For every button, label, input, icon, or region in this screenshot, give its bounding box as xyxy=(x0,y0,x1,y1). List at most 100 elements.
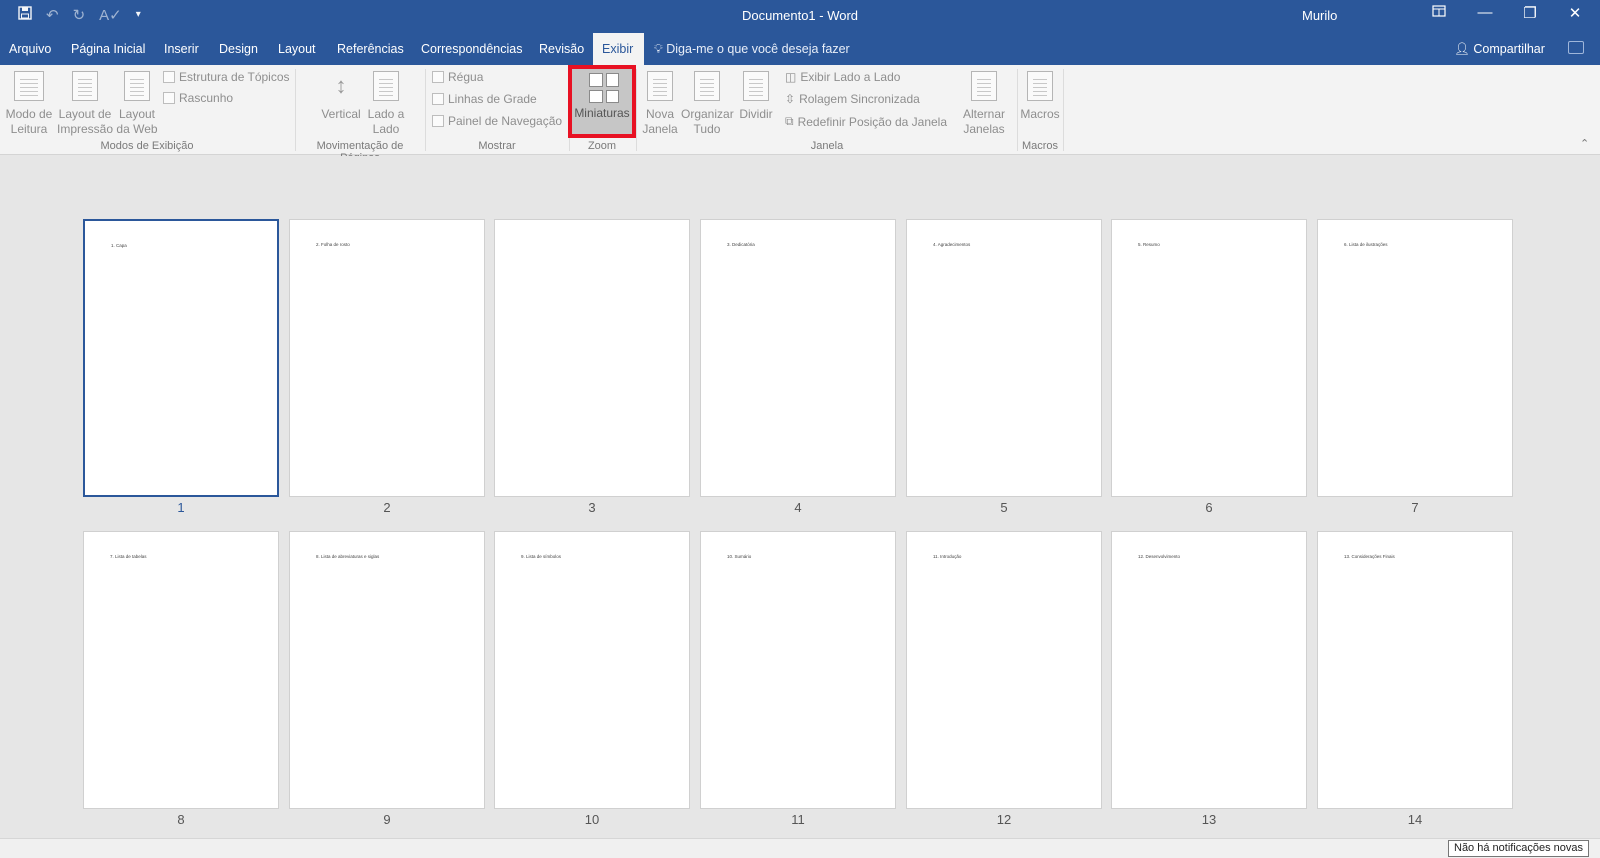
tab-inserir[interactable]: Inserir xyxy=(156,33,207,65)
tab-revisao[interactable]: Revisão xyxy=(531,33,592,65)
side-to-side-button[interactable]: Lado a Lado xyxy=(364,71,408,137)
page-thumbnail[interactable]: 11. Introdução xyxy=(906,531,1102,809)
side-by-side-icon: ◫ xyxy=(785,70,797,84)
page-number: 12 xyxy=(996,812,1012,827)
share-label: Compartilhar xyxy=(1473,42,1545,56)
group-separator xyxy=(636,69,637,151)
nav-pane-checkbox[interactable]: Painel de Navegação xyxy=(432,114,562,128)
share-button[interactable]: 👤︎ Compartilhar xyxy=(1454,33,1545,65)
page-number: 4 xyxy=(794,500,802,515)
read-mode-button[interactable]: Modo de Leitura xyxy=(4,71,54,137)
arrange-all-label: Organizar Tudo xyxy=(681,107,734,136)
outline-button[interactable]: Estrutura de Tópicos xyxy=(163,70,290,84)
minimize-icon[interactable]: — xyxy=(1470,4,1500,21)
page-number: 6 xyxy=(1205,500,1213,515)
group-label-window: Janela xyxy=(810,140,844,152)
group-separator xyxy=(425,69,426,151)
restore-icon[interactable]: ❐ xyxy=(1515,4,1545,22)
thumbnails-button[interactable]: Miniaturas xyxy=(568,65,636,138)
page-thumbnail[interactable]: 1. Capa xyxy=(83,219,279,497)
page-number: 3 xyxy=(588,500,596,515)
comments-icon[interactable] xyxy=(1568,41,1584,54)
tab-pagina-inicial[interactable]: Página Inicial xyxy=(63,33,153,65)
ribbon-display-options-icon[interactable] xyxy=(1424,4,1454,21)
page-number: 10 xyxy=(584,812,600,827)
page-number: 14 xyxy=(1407,812,1423,827)
collapse-ribbon-icon[interactable]: ⌃ xyxy=(1580,137,1589,150)
user-name[interactable]: Murilo xyxy=(1302,8,1337,23)
switch-windows-icon xyxy=(971,71,997,101)
thumbnails-label: Miniaturas xyxy=(574,106,630,120)
new-window-icon xyxy=(647,71,673,101)
web-layout-button[interactable]: Layout da Web xyxy=(115,71,159,137)
tab-design[interactable]: Design xyxy=(211,33,266,65)
group-label-zoom: Zoom xyxy=(587,140,617,152)
print-layout-button[interactable]: Layout de Impressão xyxy=(57,71,113,137)
page-thumbnail[interactable]: 10. Sumário xyxy=(700,531,896,809)
arrange-all-icon xyxy=(694,71,720,101)
macros-button[interactable]: Macros xyxy=(1018,71,1062,122)
group-label-macros: Macros xyxy=(1021,140,1059,152)
switch-windows-label: Alternar Janelas xyxy=(962,107,1006,136)
switch-windows-button[interactable]: Alternar Janelas xyxy=(958,71,1010,137)
page-thumbnail[interactable]: 5. Resumo xyxy=(1111,219,1307,497)
draft-icon xyxy=(163,92,175,104)
page-thumbnail-text: 1. Capa xyxy=(111,243,127,248)
notification-tooltip: Não há notificações novas xyxy=(1448,840,1590,857)
print-layout-label: Layout de Impressão xyxy=(57,107,114,136)
page-thumbnail-text: 3. Dedicatória xyxy=(727,242,755,247)
arrange-all-button[interactable]: Organizar Tudo xyxy=(680,71,734,137)
tab-correspondencias[interactable]: Correspondências xyxy=(413,33,530,65)
page-thumbnail[interactable] xyxy=(494,219,690,497)
sync-scroll-icon: ⇳ xyxy=(785,92,796,106)
window-title: Documento1 - Word xyxy=(741,8,859,23)
page-thumbnail[interactable]: 13. Considerações Finais xyxy=(1317,531,1513,809)
sync-scroll-button[interactable]: ⇳ Rolagem Sincronizada xyxy=(785,92,920,106)
group-label-views: Modos de Exibição xyxy=(100,140,194,152)
ruler-checkbox[interactable]: Régua xyxy=(432,70,483,84)
gridlines-checkbox[interactable]: Linhas de Grade xyxy=(432,92,537,106)
page-thumbnail-text: 4. Agradecimentos xyxy=(933,242,971,247)
macros-label: Macros xyxy=(1020,107,1060,121)
page-thumbnail[interactable]: 3. Dedicatória xyxy=(700,219,896,497)
ribbon-view-tab: Modo de Leitura Layout de Impressão Layo… xyxy=(0,65,1600,164)
split-button[interactable]: Dividir xyxy=(735,71,777,122)
split-label: Dividir xyxy=(739,107,773,121)
outline-icon xyxy=(163,71,175,83)
page-thumbnail[interactable]: 9. Lista de símbolos xyxy=(494,531,690,809)
tell-me-search[interactable]: 💡︎ Diga-me o que você deseja fazer xyxy=(654,33,850,65)
page-thumbnail[interactable]: 8. Lista de abreviaturas e siglas xyxy=(289,531,485,809)
new-window-button[interactable]: Nova Janela xyxy=(641,71,679,137)
group-separator xyxy=(295,69,296,151)
tab-layout[interactable]: Layout xyxy=(270,33,324,65)
page-thumbnail-text: 13. Considerações Finais xyxy=(1344,554,1395,559)
tab-referencias[interactable]: Referências xyxy=(329,33,412,65)
page-thumbnail-text: 5. Resumo xyxy=(1138,242,1160,247)
view-side-by-side-button[interactable]: ◫ Exibir Lado a Lado xyxy=(785,70,900,84)
page-number: 1 xyxy=(177,500,185,515)
reset-position-button[interactable]: ⧉ Redefinir Posição da Janela xyxy=(785,114,947,129)
side-to-side-icon xyxy=(373,71,399,101)
person-icon: 👤︎ xyxy=(1454,42,1470,56)
page-thumbnail-text: 9. Lista de símbolos xyxy=(521,554,562,559)
group-label-show: Mostrar xyxy=(478,140,516,152)
tab-exibir[interactable]: Exibir xyxy=(593,33,644,65)
page-thumbnail[interactable]: 4. Agradecimentos xyxy=(906,219,1102,497)
vertical-button[interactable]: ↕ Vertical xyxy=(318,71,364,122)
page-thumbnail[interactable]: 7. Lista de tabelas xyxy=(83,531,279,809)
new-window-label: Nova Janela xyxy=(642,107,678,136)
page-number: 8 xyxy=(177,812,185,827)
read-mode-icon xyxy=(14,71,44,101)
draft-button[interactable]: Rascunho xyxy=(163,91,233,105)
page-thumbnail[interactable]: 2. Folha de rosto xyxy=(289,219,485,497)
thumbnails-icon xyxy=(589,73,619,103)
close-icon[interactable]: ✕ xyxy=(1560,4,1590,22)
page-thumbnail[interactable]: 6. Lista de ilustrações xyxy=(1317,219,1513,497)
document-thumbnails-view[interactable]: 1. Capa 1 2. Folha de rosto 2 3 3. Dedicatóri… xyxy=(0,156,1600,838)
lightbulb-icon: 💡︎ xyxy=(654,42,663,56)
page-thumbnail-text: 12. Desenvolvimento xyxy=(1138,554,1181,559)
tab-arquivo[interactable]: Arquivo xyxy=(1,33,59,65)
vertical-label: Vertical xyxy=(321,107,361,121)
page-thumbnail[interactable]: 12. Desenvolvimento xyxy=(1111,531,1307,809)
reset-position-label: Redefinir Posição da Janela xyxy=(797,114,948,129)
